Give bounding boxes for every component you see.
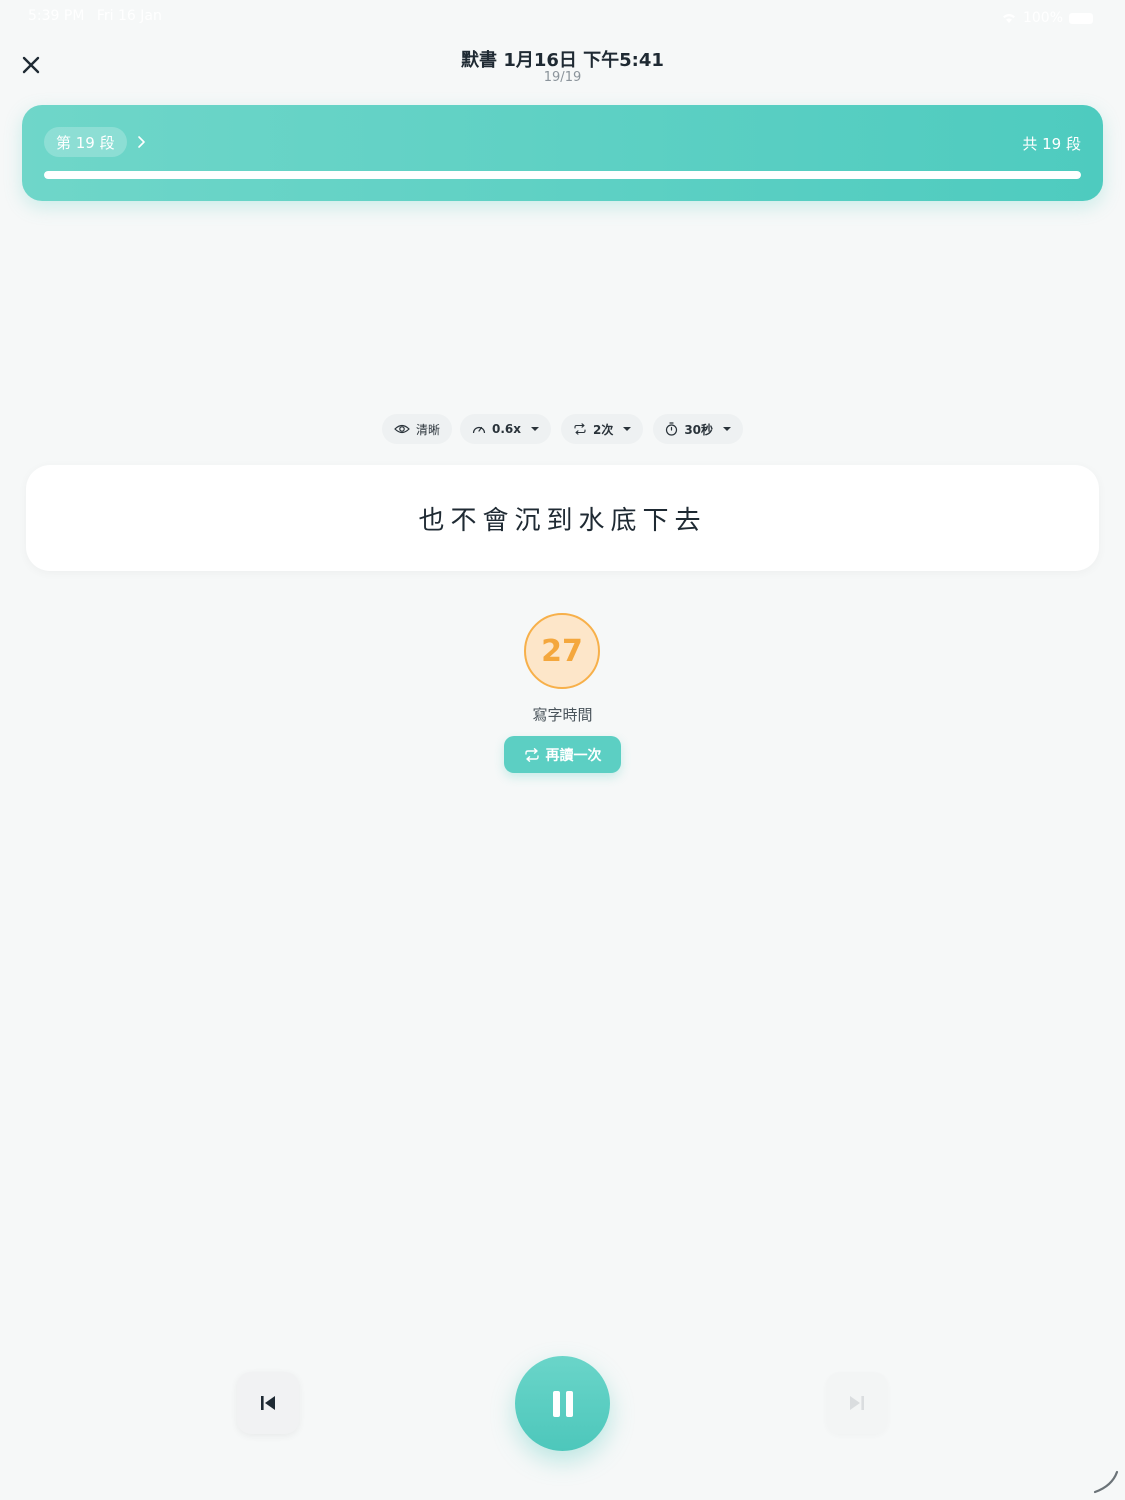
chevron-down-icon: [530, 427, 539, 431]
settings-row: 清晰 0.6x 2次 30秒: [0, 414, 1125, 444]
page-subtitle: 19/19: [543, 70, 582, 85]
status-right: 100%: [1001, 8, 1093, 28]
chevron-down-icon: [623, 427, 632, 431]
next-button[interactable]: [826, 1372, 888, 1434]
skip-next-icon: [850, 1396, 864, 1410]
time-limit-value: 30秒: [684, 422, 714, 437]
progress-track: [44, 171, 1081, 179]
wifi-icon: [1002, 14, 1015, 23]
clarity-label: 清晰: [415, 422, 440, 437]
repeat-chip[interactable]: 2次: [560, 414, 644, 444]
dictation-sentence: 也不會沉到水底下去: [418, 505, 707, 536]
total-segments-label: 共 19 段: [1022, 135, 1081, 153]
clarity-chip[interactable]: 清晰: [381, 414, 452, 444]
reread-label: 再讀一次: [545, 747, 602, 764]
repeat-value: 2次: [592, 422, 614, 437]
pause-icon: [552, 1390, 573, 1417]
repeat-icon: [574, 423, 586, 435]
previous-button[interactable]: [237, 1372, 299, 1434]
status-bar: 5:39 PM Fri 16 Jan 100%: [28, 8, 1093, 28]
status-time: 5:39 PM: [28, 8, 85, 24]
status-left: 5:39 PM Fri 16 Jan: [28, 8, 162, 28]
speed-value: 0.6x: [491, 422, 521, 436]
current-segment-label: 第 19 段: [56, 133, 115, 152]
writing-timer-label: 寫字時間: [532, 706, 593, 724]
eye-icon: [394, 424, 410, 434]
progress-fill: [44, 171, 1081, 179]
reread-button[interactable]: 再讀一次: [504, 736, 621, 773]
sentence-card: 也不會沉到水底下去: [26, 465, 1099, 571]
progress-card: 第 19 段 共 19 段: [22, 105, 1103, 201]
stopwatch-icon: [666, 422, 678, 436]
scroll-indicator-icon: [1093, 1470, 1119, 1494]
speed-chip[interactable]: 0.6x: [459, 414, 551, 444]
battery-icon: [1069, 12, 1093, 24]
gauge-icon: [472, 426, 486, 434]
battery-percent: 100%: [1022, 10, 1063, 26]
chevron-right-icon[interactable]: [136, 132, 148, 152]
page-title: 默書 1月16日 下午5:41: [461, 50, 664, 71]
current-segment-pill[interactable]: 第 19 段: [44, 127, 127, 157]
repeat-icon: [524, 747, 539, 762]
chevron-down-icon: [723, 427, 732, 431]
play-pause-button[interactable]: [515, 1356, 610, 1451]
time-limit-chip[interactable]: 30秒: [653, 414, 744, 444]
skip-previous-icon: [261, 1396, 275, 1410]
status-date: Fri 16 Jan: [96, 8, 162, 24]
writing-timer: 27: [524, 613, 600, 689]
